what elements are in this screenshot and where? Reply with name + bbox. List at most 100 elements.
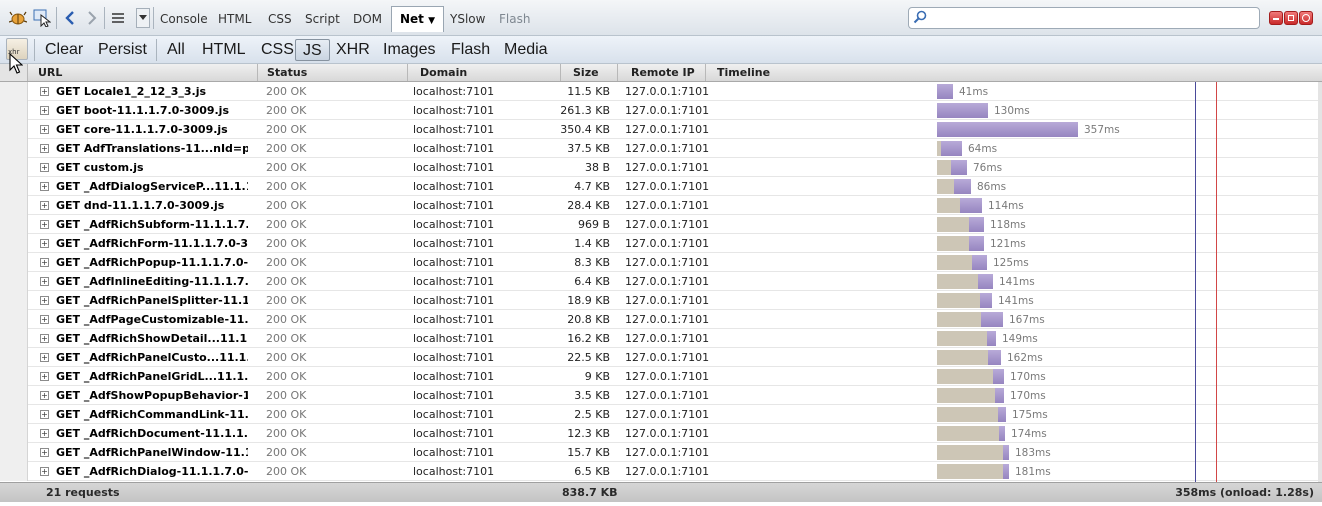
filter-html[interactable]: HTML xyxy=(198,39,250,61)
expand-icon[interactable]: + xyxy=(40,125,49,134)
expand-icon[interactable]: + xyxy=(40,315,49,324)
expand-icon[interactable]: + xyxy=(40,239,49,248)
column-size[interactable]: Size xyxy=(566,64,618,81)
persist-button[interactable]: Persist xyxy=(94,39,151,61)
filter-css[interactable]: CSS xyxy=(257,39,298,61)
timeline-bar[interactable] xyxy=(937,464,1009,479)
firebug-icon[interactable] xyxy=(8,8,28,28)
expand-icon[interactable]: + xyxy=(40,182,49,191)
timeline-bar[interactable] xyxy=(937,293,992,308)
timeline-bar[interactable] xyxy=(937,122,1078,137)
expand-icon[interactable]: + xyxy=(40,163,49,172)
expand-icon[interactable]: + xyxy=(40,372,49,381)
forward-icon[interactable] xyxy=(82,8,102,28)
filter-js[interactable]: JS xyxy=(295,39,330,61)
timeline-bar[interactable] xyxy=(937,407,1006,422)
timeline-bar[interactable] xyxy=(937,255,987,270)
timeline-bar[interactable] xyxy=(937,198,982,213)
inspect-icon[interactable] xyxy=(32,8,52,28)
panel-menu-icon[interactable] xyxy=(108,8,128,28)
timeline-bar[interactable] xyxy=(937,179,971,194)
timeline-bar[interactable] xyxy=(937,141,962,156)
request-row[interactable]: + GET _AdfRichCommandLink-11.1.1 200 OK loc… xyxy=(0,405,1322,424)
tab-dom[interactable]: DOM xyxy=(353,9,382,31)
request-status: 200 OK xyxy=(266,332,307,345)
filter-flash[interactable]: Flash xyxy=(447,39,494,61)
timeline-bar[interactable] xyxy=(937,350,1001,365)
request-row[interactable]: + GET _AdfRichPanelCusto...11.1.1.7. 200 O… xyxy=(0,348,1322,367)
request-row[interactable]: + GET _AdfRichForm-11.1.1.7.0-3009 200 OK l… xyxy=(0,234,1322,253)
timeline-bar[interactable] xyxy=(937,388,1004,403)
request-row[interactable]: + GET boot-11.1.1.7.0-3009.js 200 OK localh… xyxy=(0,101,1322,120)
request-row[interactable]: + GET _AdfRichPanelWindow-11.1.1. 200 OK lo… xyxy=(0,443,1322,462)
column-domain[interactable]: Domain xyxy=(413,64,561,81)
timeline-bar[interactable] xyxy=(937,236,984,251)
expand-icon[interactable]: + xyxy=(40,353,49,362)
minimize-icon[interactable] xyxy=(1269,11,1283,25)
expand-icon[interactable]: + xyxy=(40,467,49,476)
expand-icon[interactable]: + xyxy=(40,87,49,96)
request-row[interactable]: + GET _AdfPageCustomizable-11.1.1 200 OK lo… xyxy=(0,310,1322,329)
expand-icon[interactable]: + xyxy=(40,220,49,229)
request-row[interactable]: + GET _AdfRichDialog-11.1.1.7.0-300 200 OK… xyxy=(0,462,1322,481)
request-row[interactable]: + GET core-11.1.1.7.0-3009.js 200 OK localh… xyxy=(0,120,1322,139)
expand-icon[interactable]: + xyxy=(40,410,49,419)
request-row[interactable]: + GET Locale1_2_12_3_3.js 200 OK localhost:… xyxy=(0,82,1322,101)
timeline-bar[interactable] xyxy=(937,369,1004,384)
column-status[interactable]: Status xyxy=(260,64,408,81)
tab-net[interactable]: Net ▼ xyxy=(391,6,445,32)
timeline-bar[interactable] xyxy=(937,217,984,232)
filter-all[interactable]: All xyxy=(163,39,189,61)
timeline-bar[interactable] xyxy=(937,103,988,118)
filter-images[interactable]: Images xyxy=(379,39,439,61)
timeline-bar[interactable] xyxy=(937,331,996,346)
timeline-bar[interactable] xyxy=(937,160,967,175)
search-input[interactable] xyxy=(929,10,1255,26)
timeline-bar[interactable] xyxy=(937,445,1009,460)
request-row[interactable]: + GET _AdfShowPopupBehavior-11.1 200 OK loc… xyxy=(0,386,1322,405)
request-row[interactable]: + GET _AdfRichPopup-11.1.1.7.0-300 200 OK l… xyxy=(0,253,1322,272)
timeline-bar[interactable] xyxy=(937,274,993,289)
filter-xhr[interactable]: XHR xyxy=(332,39,374,61)
column-timeline[interactable]: Timeline xyxy=(710,64,1322,81)
tab-console[interactable]: Console xyxy=(160,9,208,31)
column-url[interactable]: URL xyxy=(31,64,258,81)
tab-css[interactable]: CSS xyxy=(268,9,292,31)
expand-icon[interactable]: + xyxy=(40,296,49,305)
request-row[interactable]: + GET _AdfRichDocument-11.1.1.7.0 200 OK lo… xyxy=(0,424,1322,443)
expand-icon[interactable]: + xyxy=(40,201,49,210)
request-row[interactable]: + GET _AdfInlineEditing-11.1.1.7.0-3 200 O… xyxy=(0,272,1322,291)
clear-button[interactable]: Clear xyxy=(41,39,87,61)
back-icon[interactable] xyxy=(60,8,80,28)
expand-icon[interactable]: + xyxy=(40,144,49,153)
request-row[interactable]: + GET AdfTranslations-11...nId=port 200 OK… xyxy=(0,139,1322,158)
detach-icon[interactable] xyxy=(1284,11,1298,25)
tab-flash[interactable]: Flash xyxy=(499,9,530,31)
filter-media[interactable]: Media xyxy=(500,39,552,61)
request-row[interactable]: + GET _AdfRichSubform-11.1.1.7.0-3 200 OK l… xyxy=(0,215,1322,234)
close-icon[interactable] xyxy=(1299,11,1313,25)
expand-icon[interactable]: + xyxy=(40,106,49,115)
request-row[interactable]: + GET _AdfDialogServiceP...11.1.1.7.0 200 … xyxy=(0,177,1322,196)
tab-yslow[interactable]: YSlow xyxy=(450,9,485,31)
expand-icon[interactable]: + xyxy=(40,448,49,457)
expand-icon[interactable]: + xyxy=(40,334,49,343)
request-row[interactable]: + GET custom.js 200 OK localhost:7101 38 B 12… xyxy=(0,158,1322,177)
search-box[interactable] xyxy=(908,7,1260,29)
tab-html[interactable]: HTML xyxy=(218,9,251,31)
expand-icon[interactable]: + xyxy=(40,429,49,438)
column-remote-ip[interactable]: Remote IP xyxy=(624,64,706,81)
tab-script[interactable]: Script xyxy=(305,9,340,31)
request-row[interactable]: + GET _AdfRichPanelGridL...11.1.1.7.0 200 … xyxy=(0,367,1322,386)
expand-icon[interactable]: + xyxy=(40,391,49,400)
scrollbar[interactable] xyxy=(1318,82,1322,482)
timeline-bar[interactable] xyxy=(937,312,1003,327)
request-row[interactable]: + GET dnd-11.1.1.7.0-3009.js 200 OK localho… xyxy=(0,196,1322,215)
expand-icon[interactable]: + xyxy=(40,277,49,286)
request-row[interactable]: + GET _AdfRichPanelSplitter-11.1.1.7 200 O… xyxy=(0,291,1322,310)
chevron-down-icon[interactable] xyxy=(136,8,150,28)
timeline-bar[interactable] xyxy=(937,84,953,99)
request-row[interactable]: + GET _AdfRichShowDetail...11.1.1.7. 200 O… xyxy=(0,329,1322,348)
timeline-bar[interactable] xyxy=(937,426,1005,441)
expand-icon[interactable]: + xyxy=(40,258,49,267)
